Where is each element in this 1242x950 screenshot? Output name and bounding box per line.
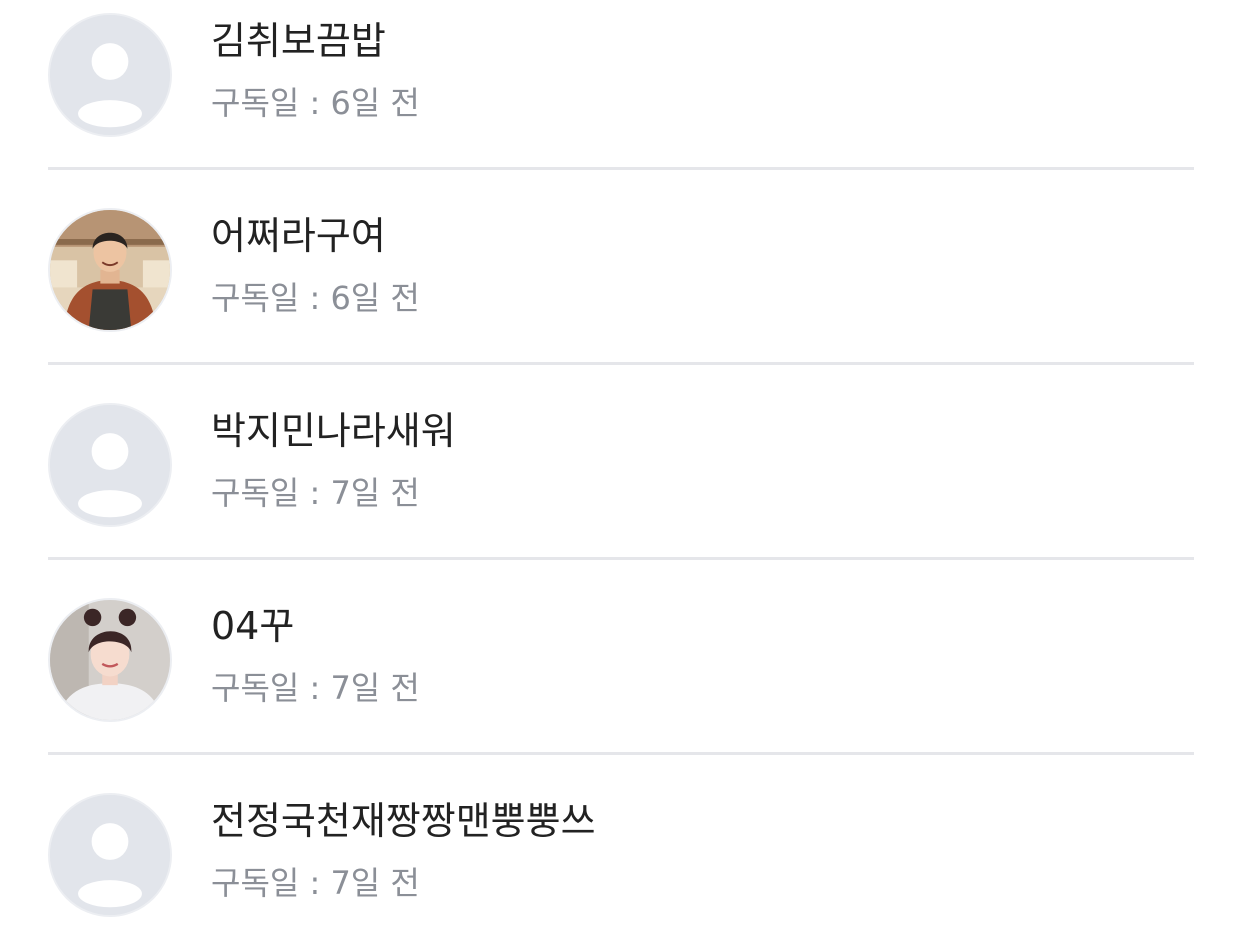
subscriber-name: 박지민나라새워 [211, 409, 456, 453]
subscribe-date: 구독일 : 7일 전 [211, 474, 420, 512]
subscribe-date: 구독일 : 6일 전 [211, 84, 420, 122]
list-item[interactable]: 04꾸 구독일 : 7일 전 [48, 560, 1194, 755]
subscriber-name: 어쩌라구여 [211, 214, 386, 258]
list-item[interactable]: 박지민나라새워 구독일 : 7일 전 [48, 365, 1194, 560]
list-item[interactable]: 어쩌라구여 구독일 : 6일 전 [48, 170, 1194, 365]
list-item[interactable]: 전정국천재짱짱맨뿡뿡쓰 구독일 : 7일 전 [48, 755, 1194, 950]
subscriber-list: 김취보끔밥 구독일 : 6일 전 어쩌라구여 구독일 : 6일 전 박지민나라새… [0, 0, 1242, 930]
default-avatar-icon[interactable] [48, 13, 172, 137]
photo-avatar-man-apron[interactable] [48, 208, 172, 332]
subscriber-name: 김취보끔밥 [211, 19, 386, 63]
default-avatar-icon[interactable] [48, 403, 172, 527]
subscribe-date: 구독일 : 7일 전 [211, 864, 420, 902]
subscriber-name: 04꾸 [211, 604, 295, 648]
default-avatar-icon[interactable] [48, 793, 172, 917]
subscribe-date: 구독일 : 7일 전 [211, 669, 420, 707]
subscriber-name: 전정국천재짱짱맨뿡뿡쓰 [211, 799, 596, 843]
list-item[interactable]: 김취보끔밥 구독일 : 6일 전 [48, 0, 1194, 170]
subscribe-date: 구독일 : 6일 전 [211, 279, 420, 317]
photo-avatar-woman-buns[interactable] [48, 598, 172, 722]
